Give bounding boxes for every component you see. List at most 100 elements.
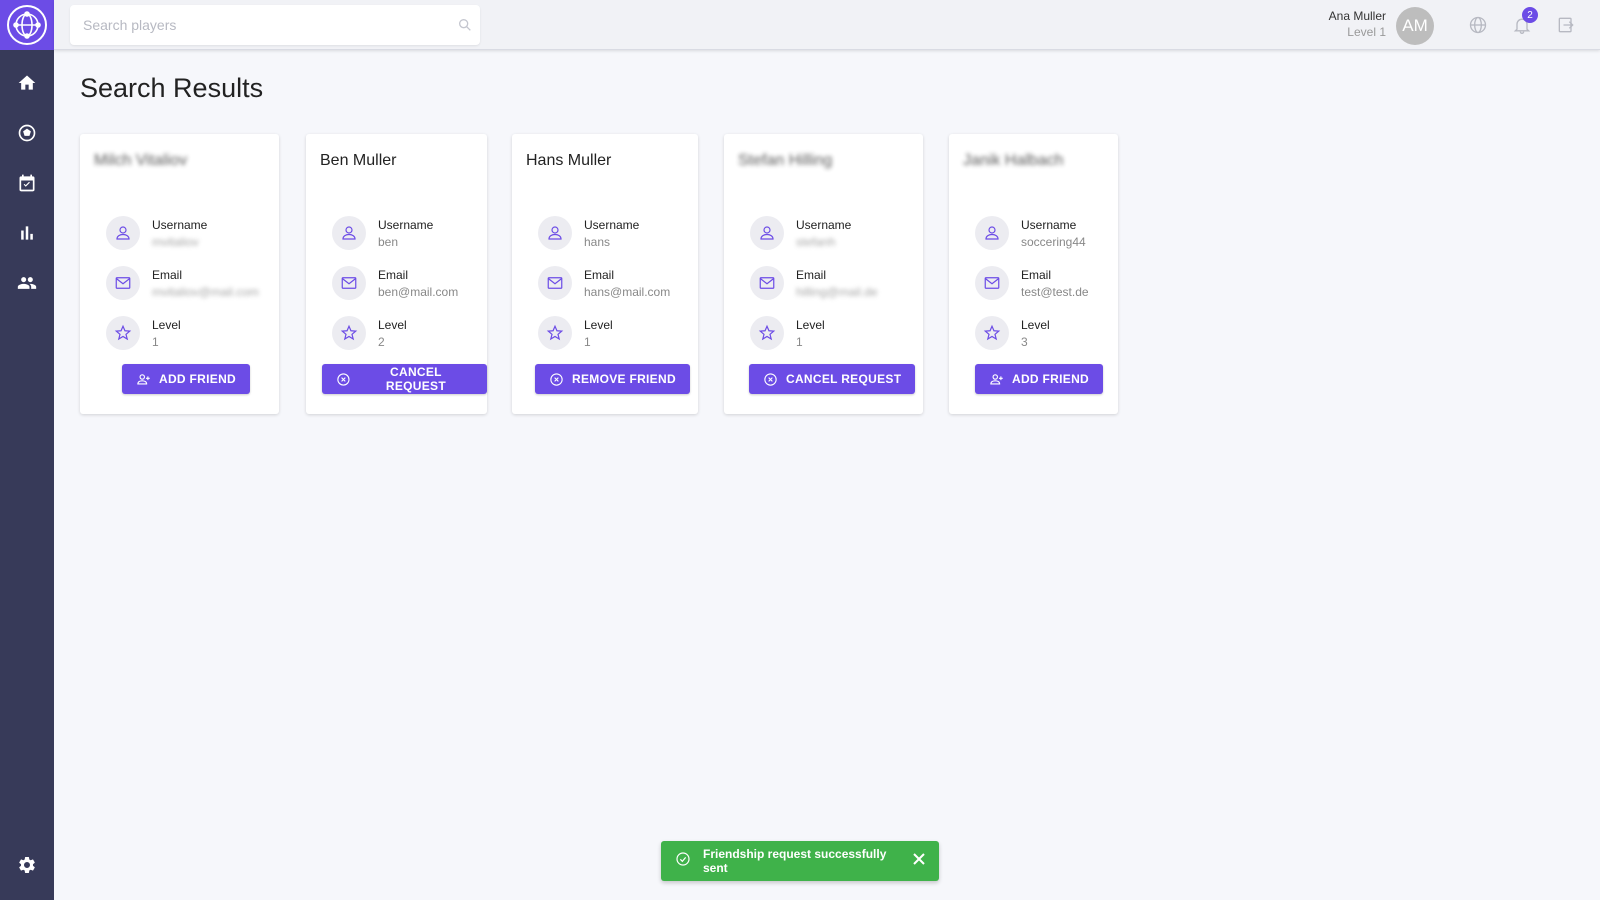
star-icon xyxy=(332,316,366,350)
button-label: REMOVE FRIEND xyxy=(572,372,676,386)
person-add-icon xyxy=(137,373,150,384)
gear-icon xyxy=(19,857,35,873)
player-name: Janik Halbach xyxy=(963,152,1064,169)
person-icon xyxy=(106,216,140,250)
star-icon xyxy=(538,316,572,350)
person-add-icon xyxy=(990,373,1003,384)
notification-badge: 2 xyxy=(1522,7,1538,23)
globe-logo-icon xyxy=(7,5,47,45)
email-label: Email xyxy=(1021,267,1052,282)
soccer-ball-icon xyxy=(18,124,36,142)
bar-chart-icon xyxy=(21,226,33,240)
star-icon xyxy=(975,316,1009,350)
username-label: Username xyxy=(378,217,434,232)
app-logo[interactable] xyxy=(0,0,54,50)
add-friend-button[interactable]: ADD FRIEND xyxy=(975,364,1103,394)
player-card: Stefan Hilling Username stefanh Email hill… xyxy=(724,134,923,414)
player-name: Stefan Hilling xyxy=(738,152,833,169)
people-icon xyxy=(17,277,37,289)
sidebar-item-soccer[interactable] xyxy=(0,108,54,158)
player-name: Milch Vitaliov xyxy=(94,152,188,169)
level-value: 1 xyxy=(152,334,159,349)
close-icon[interactable] xyxy=(913,852,925,870)
level-field: Level 1 xyxy=(106,316,181,350)
user-name: Ana Muller xyxy=(1328,9,1386,23)
person-icon xyxy=(538,216,572,250)
level-field: Level 2 xyxy=(332,316,407,350)
toast-message: Friendship request successfully sent xyxy=(703,847,887,875)
username-value: stefanh xyxy=(796,234,836,249)
username-value: soccering44 xyxy=(1021,234,1086,249)
remove-friend-button[interactable]: REMOVE FRIEND xyxy=(535,364,690,394)
username-label: Username xyxy=(796,217,852,232)
user-info: Ana Muller Level 1 xyxy=(1329,9,1386,39)
page-title: Search Results xyxy=(80,73,264,103)
person-icon xyxy=(750,216,784,250)
cancel-circle-icon xyxy=(550,372,563,386)
user-level: Level 1 xyxy=(1347,25,1386,39)
level-label: Level xyxy=(796,317,825,332)
add-friend-button[interactable]: ADD FRIEND xyxy=(122,364,250,394)
level-field: Level 1 xyxy=(750,316,825,350)
mail-icon xyxy=(975,266,1009,300)
button-label: CANCEL REQUEST xyxy=(385,365,446,393)
username-label: Username xyxy=(584,217,640,232)
sidebar-item-stats[interactable] xyxy=(0,208,54,258)
search-box xyxy=(70,5,480,45)
email-label: Email xyxy=(152,267,183,282)
avatar[interactable]: AM xyxy=(1396,7,1434,45)
search-input[interactable] xyxy=(70,5,450,45)
player-name: Hans Muller xyxy=(526,152,612,169)
button-label: ADD FRIEND xyxy=(1012,372,1089,386)
logout-icon[interactable] xyxy=(1556,15,1576,35)
username-value: ben xyxy=(378,234,399,249)
email-value: mvitaliov@mail.com xyxy=(152,284,259,299)
username-field: Username ben xyxy=(332,216,433,250)
player-card: Hans Muller Username hans Email hans@mail.… xyxy=(512,134,698,414)
player-card: Ben Muller Username ben Email ben@mail.com… xyxy=(306,134,487,414)
star-icon xyxy=(750,316,784,350)
level-value: 3 xyxy=(1021,334,1028,349)
level-value: 1 xyxy=(584,334,591,349)
player-card: Janik Halbach Username soccering44 Email t… xyxy=(949,134,1118,414)
button-label: CANCEL REQUEST xyxy=(786,372,902,386)
username-label: Username xyxy=(152,217,208,232)
star-icon xyxy=(106,316,140,350)
level-label: Level xyxy=(378,317,407,332)
cancel-request-button[interactable]: CANCEL REQUEST xyxy=(322,364,487,394)
person-icon xyxy=(975,216,1009,250)
email-field: Email mvitaliov@mail.com xyxy=(106,266,259,300)
email-value: hilling@mail.de xyxy=(796,284,878,299)
email-field: Email hans@mail.com xyxy=(538,266,670,300)
email-field: Email ben@mail.com xyxy=(332,266,458,300)
email-value: hans@mail.com xyxy=(584,284,671,299)
username-label: Username xyxy=(1021,217,1077,232)
level-label: Level xyxy=(584,317,613,332)
username-value: hans xyxy=(584,234,611,249)
top-bar: Ana Muller Level 1 AM 2 xyxy=(54,0,1600,50)
mail-icon xyxy=(538,266,572,300)
email-label: Email xyxy=(584,267,615,282)
level-label: Level xyxy=(152,317,181,332)
sidebar-item-settings[interactable] xyxy=(0,840,54,890)
cancel-request-button[interactable]: CANCEL REQUEST xyxy=(749,364,916,394)
calendar-icon xyxy=(19,174,35,192)
username-field: Username hans xyxy=(538,216,639,250)
mail-icon xyxy=(750,266,784,300)
username-field: Username soccering44 xyxy=(975,216,1086,250)
level-field: Level 1 xyxy=(538,316,613,350)
button-label: ADD FRIEND xyxy=(159,372,236,386)
mail-icon xyxy=(332,266,366,300)
level-field: Level 3 xyxy=(975,316,1050,350)
level-label: Level xyxy=(1021,317,1050,332)
sidebar-item-home[interactable] xyxy=(0,58,54,108)
sidebar-item-calendar[interactable] xyxy=(0,158,54,208)
mail-icon xyxy=(106,266,140,300)
level-value: 2 xyxy=(378,334,385,349)
sidebar-item-friends[interactable] xyxy=(0,258,54,308)
language-globe-icon[interactable] xyxy=(1468,15,1488,35)
cancel-circle-icon xyxy=(764,372,777,386)
search-icon[interactable] xyxy=(450,17,480,33)
cancel-circle-icon xyxy=(337,372,350,386)
email-value: test@test.de xyxy=(1021,284,1089,299)
